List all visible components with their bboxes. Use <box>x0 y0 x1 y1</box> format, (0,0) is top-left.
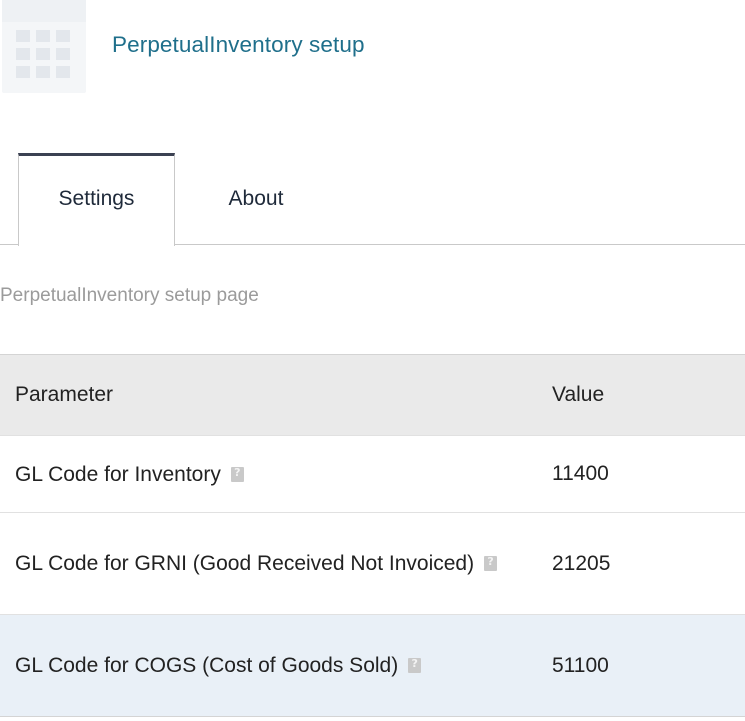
calculator-icon <box>2 0 86 93</box>
table-header-row: Parameter Value <box>0 354 745 436</box>
tab-about[interactable]: About <box>188 153 324 245</box>
page-subtitle: PerpetualInventory setup page <box>0 285 259 306</box>
parameter-value[interactable]: 51100 <box>552 654 609 677</box>
value-cell[interactable]: 51100 <box>537 615 745 717</box>
page-header: PerpetualInventory setup <box>0 0 745 100</box>
page-title: PerpetualInventory setup <box>112 32 365 57</box>
value-cell[interactable]: 11400 <box>537 436 745 513</box>
parameter-name: GL Code for Inventory <box>15 462 221 486</box>
parameter-name: GL Code for GRNI (Good Received Not Invo… <box>15 552 475 575</box>
tab-bar: Settings About <box>0 153 745 246</box>
value-cell[interactable]: 21205 <box>537 513 745 615</box>
parameter-cell: GL Code for GRNI (Good Received Not Invo… <box>0 513 537 615</box>
tab-settings[interactable]: Settings <box>18 153 175 246</box>
table-row: GL Code for GRNI (Good Received Not Invo… <box>0 512 745 615</box>
parameter-name: GL Code for COGS (Cost of Goods Sold) <box>15 654 399 677</box>
parameter-value[interactable]: 21205 <box>552 552 610 575</box>
column-header-value: Value <box>552 383 605 406</box>
parameter-value[interactable]: 11400 <box>552 462 609 485</box>
tab-settings-label: Settings <box>58 187 135 210</box>
help-icon[interactable] <box>408 657 422 673</box>
parameters-table: Parameter Value GL Code for Inventory 11… <box>0 354 745 717</box>
table-row: GL Code for Inventory 11400 <box>0 435 745 513</box>
help-icon[interactable] <box>230 466 244 482</box>
help-icon[interactable] <box>484 555 498 571</box>
table-row-highlighted: GL Code for COGS (Cost of Goods Sold) 51… <box>0 614 745 717</box>
parameter-cell: GL Code for COGS (Cost of Goods Sold) <box>0 615 537 717</box>
tab-about-label: About <box>228 186 284 210</box>
parameter-cell: GL Code for Inventory <box>0 436 537 513</box>
column-header-parameter: Parameter <box>15 383 114 406</box>
